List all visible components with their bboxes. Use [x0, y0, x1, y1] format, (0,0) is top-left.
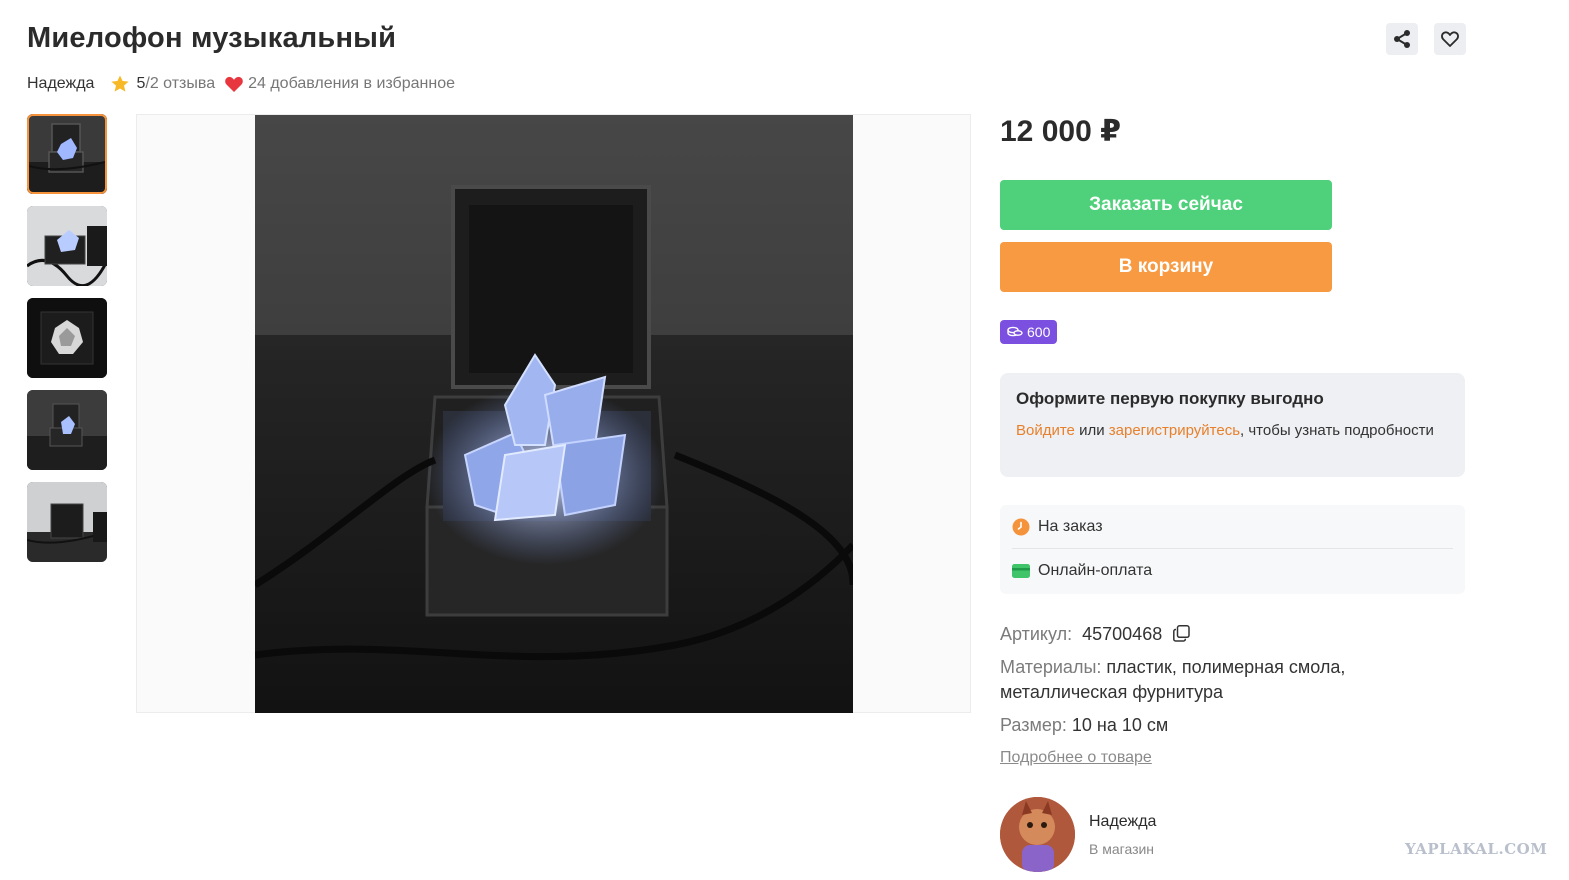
- promo-or-text: или: [1074, 422, 1109, 439]
- share-icon: [1394, 30, 1410, 48]
- materials-row: Материалы: пластик, полимерная смола, ме…: [1000, 655, 1400, 705]
- heart-icon: [224, 75, 244, 93]
- order-now-button[interactable]: Заказать сейчас: [1000, 180, 1332, 230]
- thumbnail-2[interactable]: [27, 206, 107, 286]
- article-row: Артикул: 45700468: [1000, 622, 1400, 647]
- add-to-cart-button[interactable]: В корзину: [1000, 242, 1332, 292]
- first-purchase-promo: Оформите первую покупку выгодно Войдите …: [1000, 373, 1465, 477]
- product-details-link[interactable]: Подробнее о товаре: [1000, 749, 1152, 767]
- delivery-info: На заказ Онлайн-оплата: [1000, 505, 1465, 594]
- shop-avatar[interactable]: [1000, 797, 1075, 872]
- go-to-shop-link[interactable]: В магазин: [1089, 841, 1156, 857]
- payment-text: Онлайн-оплата: [1038, 562, 1153, 579]
- article-label: Артикул:: [1000, 624, 1073, 644]
- favorite-button[interactable]: [1434, 23, 1466, 55]
- thumbnail-5[interactable]: [27, 482, 107, 562]
- size-row: Размер: 10 на 10 см: [1000, 713, 1400, 738]
- product-attributes: Артикул: 45700468 Материалы: пластик, по…: [1000, 622, 1400, 746]
- availability-text: На заказ: [1038, 517, 1103, 535]
- article-value: 45700468: [1082, 624, 1163, 644]
- shop-info: Надежда В магазин: [1089, 813, 1156, 857]
- main-product-photo[interactable]: [136, 114, 971, 713]
- payment-row: Онлайн-оплата: [1012, 549, 1453, 593]
- clock-icon: [1012, 518, 1030, 535]
- share-button[interactable]: [1386, 23, 1418, 55]
- promo-text: Войдите или зарегистрируйтесь, чтобы узн…: [1016, 421, 1449, 441]
- promo-rest-text: , чтобы узнать подробности: [1240, 422, 1434, 439]
- product-price: 12 000 ₽: [1000, 115, 1121, 148]
- materials-label: Материалы:: [1000, 657, 1102, 677]
- availability-row: На заказ: [1012, 505, 1453, 549]
- star-icon: [110, 74, 130, 94]
- shop-card: Надежда В магазин: [1000, 797, 1156, 872]
- thumbnail-3[interactable]: [27, 298, 107, 378]
- thumbnail-list: [27, 114, 107, 562]
- bonus-badge[interactable]: 600: [1000, 320, 1058, 344]
- header-actions: [1386, 23, 1466, 55]
- bonus-value: 600: [1027, 324, 1051, 340]
- credit-card-icon: [1012, 564, 1030, 578]
- favorites-count: 24 добавления в избранное: [248, 75, 455, 92]
- promo-title: Оформите первую покупку выгодно: [1016, 389, 1324, 408]
- seller-name[interactable]: Надежда: [27, 75, 94, 93]
- rating-value: 5: [136, 75, 146, 92]
- size-label: Размер:: [1000, 715, 1067, 735]
- product-meta: Надежда 5 / 2 отзыва 24 добавления в изб…: [27, 74, 455, 94]
- size-value: 10 на 10 см: [1071, 715, 1169, 735]
- reviews-link[interactable]: 2 отзыва: [150, 75, 215, 93]
- product-title: Миелофон музыкальный: [27, 22, 397, 54]
- product-image: [255, 115, 853, 713]
- shop-name[interactable]: Надежда: [1089, 813, 1156, 831]
- coins-icon: [1007, 326, 1023, 337]
- copy-icon[interactable]: [1173, 625, 1190, 642]
- thumbnail-4[interactable]: [27, 390, 107, 470]
- register-link[interactable]: зарегистрируйтесь: [1109, 422, 1240, 439]
- watermark: YAPLAKAL.COM: [1405, 840, 1548, 858]
- login-link[interactable]: Войдите: [1016, 422, 1075, 439]
- thumbnail-1[interactable]: [27, 114, 107, 194]
- heart-outline-icon: [1441, 31, 1459, 47]
